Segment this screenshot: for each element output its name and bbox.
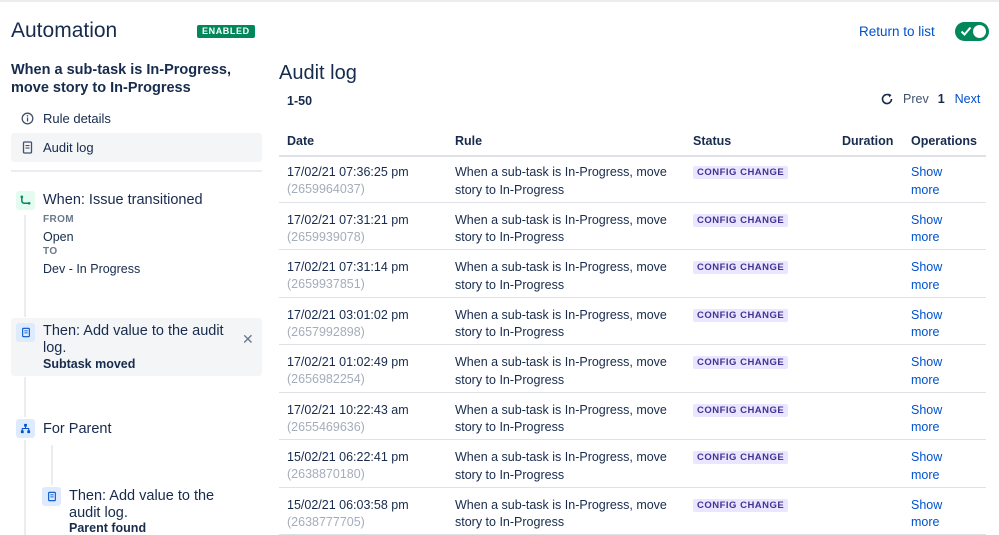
table-row: 15/02/21 06:03:58 pm (2638777705) When a s… — [279, 488, 986, 535]
table-row: 17/02/21 01:02:49 pm (2656982254) When a s… — [279, 345, 986, 393]
row-execution-id: (2659964037) — [287, 182, 365, 196]
page-title: Automation — [11, 19, 118, 42]
next-page-button[interactable]: Next — [955, 92, 981, 106]
row-status-badge: CONFIG CHANGE — [693, 261, 789, 274]
from-label: FROM — [43, 214, 75, 225]
row-execution-id: (2655469636) — [287, 419, 365, 434]
row-rule-name: When a sub-task is In-Progress, move sto… — [455, 355, 667, 387]
table-row: 17/02/21 10:22:43 am (2655469636) When a s… — [279, 393, 986, 440]
row-status-badge: CONFIG CHANGE — [693, 308, 789, 322]
rule-enabled-toggle[interactable] — [955, 22, 989, 41]
show-more-link[interactable]: Show more — [911, 354, 961, 389]
trigger-icon — [16, 191, 35, 210]
audit-log-action-icon — [42, 487, 61, 506]
show-more-link[interactable]: Show more — [911, 212, 961, 247]
row-execution-id: (2638777705) — [287, 514, 365, 529]
show-more-link[interactable]: Show more — [911, 307, 961, 342]
row-date: 17/02/21 03:01:02 pm — [287, 307, 409, 322]
trigger-title[interactable]: When: Issue transitioned — [43, 192, 203, 209]
row-execution-id: (2656982254) — [287, 372, 365, 386]
check-icon — [960, 26, 972, 36]
audit-log-action-icon — [16, 323, 35, 342]
row-execution-id: (2638870180) — [287, 467, 365, 481]
row-rule-name: When a sub-task is In-Progress, move sto… — [455, 212, 667, 245]
toggle-knob — [973, 25, 986, 38]
row-rule-name: When a sub-task is In-Progress, move sto… — [455, 402, 667, 435]
row-status-badge: CONFIG CHANGE — [693, 166, 789, 179]
row-execution-id: (2659937851) — [287, 277, 365, 291]
row-date: 15/02/21 06:22:41 pm — [287, 450, 409, 464]
sidebar-divider — [11, 170, 262, 172]
show-more-link[interactable]: Show more — [911, 449, 961, 484]
row-date: 15/02/21 06:03:58 pm — [287, 497, 409, 512]
row-rule-name: When a sub-task is In-Progress, move sto… — [455, 260, 667, 292]
row-rule-name: When a sub-task is In-Progress, move sto… — [455, 450, 667, 482]
row-status-badge: CONFIG CHANGE — [693, 356, 789, 369]
table-row: 17/02/21 07:31:14 pm (2659937851) When a s… — [279, 250, 986, 298]
table-row: 15/02/21 06:22:41 pm (2638870180) When a s… — [279, 440, 986, 488]
current-page: 1 — [937, 92, 945, 106]
row-rule-name: When a sub-task is In-Progress, move sto… — [455, 165, 667, 197]
sidebar-item-label: Rule details — [43, 111, 111, 126]
column-header-date: Date — [287, 134, 315, 148]
status-badge: ENABLED — [197, 25, 255, 38]
rule-name: When a sub-task is In-Progress, move sto… — [11, 62, 231, 96]
action-title: Then: Add value to the audit log. — [43, 323, 224, 356]
to-value: Dev - In Progress — [43, 262, 141, 276]
prev-page-button[interactable]: Prev — [903, 92, 929, 106]
pagination: Prev 1 Next — [880, 92, 980, 106]
table-row: 17/02/21 03:01:02 pm (2657992898) When a s… — [279, 298, 986, 345]
flow-connector — [24, 215, 26, 317]
show-more-link[interactable]: Show more — [911, 164, 961, 199]
return-to-list-link[interactable]: Return to list — [859, 24, 935, 39]
show-more-link[interactable]: Show more — [911, 497, 961, 532]
branch-action-title[interactable]: Then: Add value to the audit log. — [69, 488, 239, 522]
flow-connector — [24, 440, 26, 535]
action-detail: Subtask moved — [43, 357, 136, 371]
row-date: 17/02/21 07:36:25 pm — [287, 165, 409, 179]
row-date: 17/02/21 01:02:49 pm — [287, 355, 409, 369]
branch-title[interactable]: For Parent — [43, 421, 112, 438]
top-border — [0, 0, 999, 2]
close-icon[interactable]: ✕ — [242, 331, 254, 348]
table-row: 17/02/21 07:36:25 pm (2659964037) When a s… — [279, 155, 986, 203]
column-header-rule: Rule — [455, 134, 483, 148]
row-status-badge: CONFIG CHANGE — [693, 498, 789, 512]
sidebar-item-audit-log[interactable]: Audit log — [11, 133, 262, 162]
branch-icon — [16, 419, 35, 438]
row-execution-id: (2657992898) — [287, 324, 365, 339]
column-header-duration: Duration — [842, 134, 894, 148]
from-value: Open — [43, 230, 74, 244]
show-more-link[interactable]: Show more — [911, 259, 961, 294]
row-date: 17/02/21 07:31:21 pm — [287, 212, 409, 227]
document-icon — [21, 141, 34, 154]
sidebar-item-label: Audit log — [43, 140, 94, 155]
branch-connector — [51, 445, 53, 485]
branch-action-detail: Parent found — [69, 521, 147, 535]
row-status-badge: CONFIG CHANGE — [693, 403, 789, 417]
audit-log-title: Audit log — [279, 62, 357, 84]
result-range: 1-50 — [287, 94, 313, 108]
column-header-operations: Operations — [911, 134, 977, 148]
show-more-link[interactable]: Show more — [911, 402, 961, 437]
row-date: 17/02/21 10:22:43 am — [287, 402, 409, 417]
sidebar-item-rule-details[interactable]: Rule details — [11, 104, 262, 133]
table-row: 17/02/21 07:31:21 pm (2659939078) When a s… — [279, 203, 986, 250]
row-rule-name: When a sub-task is In-Progress, move sto… — [455, 497, 667, 530]
row-status-badge: CONFIG CHANGE — [693, 213, 789, 227]
flow-connector — [24, 377, 26, 417]
row-rule-name: When a sub-task is In-Progress, move sto… — [455, 307, 667, 340]
refresh-icon[interactable] — [880, 92, 894, 106]
row-status-badge: CONFIG CHANGE — [693, 451, 789, 464]
column-header-status: Status — [693, 134, 732, 148]
to-label: TO — [43, 246, 58, 257]
row-execution-id: (2659939078) — [287, 229, 365, 244]
row-date: 17/02/21 07:31:14 pm — [287, 260, 409, 274]
info-icon — [21, 112, 34, 125]
